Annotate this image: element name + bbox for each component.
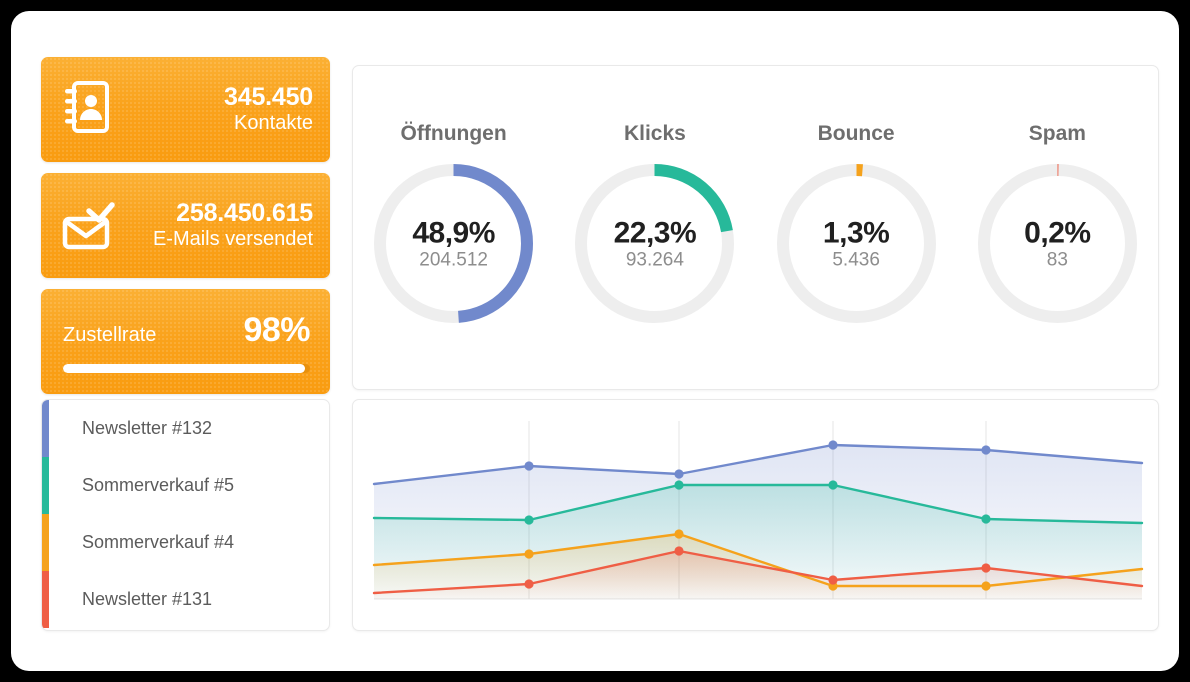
legend-color-swatch (42, 514, 49, 571)
emails-label: E-Mails versendet (152, 228, 313, 251)
donut-percent: 1,3% (822, 216, 890, 250)
legend-row[interactable]: Newsletter #132 (42, 400, 329, 457)
donut-list: Öffnungen 48,9% 204.512 Klicks 22,3% 93.264 Bo… (353, 66, 1158, 389)
donut-title: Bounce (817, 122, 895, 145)
campaign-legend-card: Newsletter #132 Sommerverkauf #5 Sommerver… (41, 399, 330, 631)
delivery-rate-value: 98% (243, 311, 310, 349)
chart-data-point[interactable] (828, 440, 838, 450)
donut-center-labels: 1,3% 5.436 (777, 216, 936, 271)
delivery-rate-row: Zustellrate 98% (63, 311, 310, 350)
donut-metric[interactable]: Bounce 1,3% 5.436 (767, 122, 945, 323)
donut-center-labels: 48,9% 204.512 (374, 216, 533, 271)
legend-row[interactable]: Newsletter #131 (42, 571, 329, 628)
legend-label: Newsletter #131 (82, 589, 213, 609)
chart-data-point[interactable] (674, 529, 684, 539)
donut-title: Spam (1028, 122, 1086, 145)
delivery-rate-progress-fill (63, 364, 306, 373)
donut-ring: 22,3% 93.264 (575, 164, 735, 323)
chart-data-point[interactable] (524, 461, 534, 471)
legend-row[interactable]: Sommerverkauf #5 (42, 457, 329, 514)
donut-count: 204.512 (419, 249, 488, 271)
legend-label: Sommerverkauf #4 (82, 532, 235, 552)
donut-title: Öffnungen (400, 122, 507, 145)
chart-data-point[interactable] (524, 549, 534, 559)
donut-metric[interactable]: Klicks 22,3% 93.264 (566, 122, 744, 323)
donut-ring: 0,2% 83 (977, 164, 1137, 323)
legend-label: Sommerverkauf #5 (82, 475, 235, 495)
delivery-rate-label: Zustellrate (63, 324, 157, 346)
chart-data-point[interactable] (981, 563, 991, 573)
address-book-icon (61, 79, 113, 140)
chart-data-point[interactable] (981, 581, 991, 591)
performance-chart-card (352, 399, 1159, 631)
donut-percent: 22,3% (613, 216, 697, 250)
legend-label: Newsletter #132 (82, 418, 213, 438)
performance-chart[interactable] (353, 400, 1158, 630)
stat-card-contacts-texts: 345.450 Kontakte (113, 83, 313, 136)
stat-card-emails[interactable]: 258.450.615 E-Mails versendet (41, 173, 330, 278)
legend-row[interactable]: Sommerverkauf #4 (42, 514, 329, 571)
chart-data-point[interactable] (674, 480, 684, 490)
metrics-card: Öffnungen 48,9% 204.512 Klicks 22,3% 93.264 Bo… (352, 65, 1159, 390)
legend-color-swatch (42, 400, 49, 457)
chart-data-point[interactable] (524, 579, 534, 589)
stat-card-delivery-rate[interactable]: Zustellrate 98% (41, 289, 330, 394)
donut-ring: 1,3% 5.436 (776, 164, 936, 323)
donut-metric[interactable]: Spam 0,2% 83 (968, 122, 1146, 323)
dashboard-screen: 345.450 Kontakte 258.450.615 E-Mails ver… (11, 11, 1179, 671)
chart-data-point[interactable] (524, 515, 534, 525)
donut-count: 93.264 (625, 249, 684, 271)
donut-ring: 48,9% 204.512 (374, 164, 534, 323)
device-frame: 345.450 Kontakte 258.450.615 E-Mails ver… (0, 0, 1190, 682)
donut-center-labels: 22,3% 93.264 (575, 216, 734, 271)
contacts-label: Kontakte (234, 112, 313, 135)
stats-column: 345.450 Kontakte 258.450.615 E-Mails ver… (41, 57, 330, 394)
donut-metric[interactable]: Öffnungen 48,9% 204.512 (365, 122, 543, 323)
legend-color-swatch (42, 457, 49, 514)
donut-percent: 48,9% (412, 216, 495, 250)
chart-data-point[interactable] (674, 546, 684, 556)
donut-percent: 0,2% (1024, 216, 1091, 250)
donut-count: 5.436 (832, 249, 880, 271)
stat-card-emails-texts: 258.450.615 E-Mails versendet (121, 199, 313, 252)
envelope-check-icon (61, 195, 121, 256)
chart-data-point[interactable] (674, 469, 684, 479)
emails-value: 258.450.615 (176, 198, 313, 227)
chart-data-point[interactable] (981, 445, 991, 455)
legend-color-swatch (42, 571, 49, 628)
chart-data-point[interactable] (828, 480, 838, 490)
chart-data-point[interactable] (981, 514, 991, 524)
donut-count: 83 (1046, 249, 1068, 271)
donut-title: Klicks (623, 122, 686, 145)
donut-center-labels: 0,2% 83 (978, 216, 1137, 271)
stat-card-contacts[interactable]: 345.450 Kontakte (41, 57, 330, 162)
contacts-value: 345.450 (224, 82, 313, 111)
chart-data-point[interactable] (828, 575, 838, 585)
delivery-rate-progressbar (63, 364, 310, 373)
